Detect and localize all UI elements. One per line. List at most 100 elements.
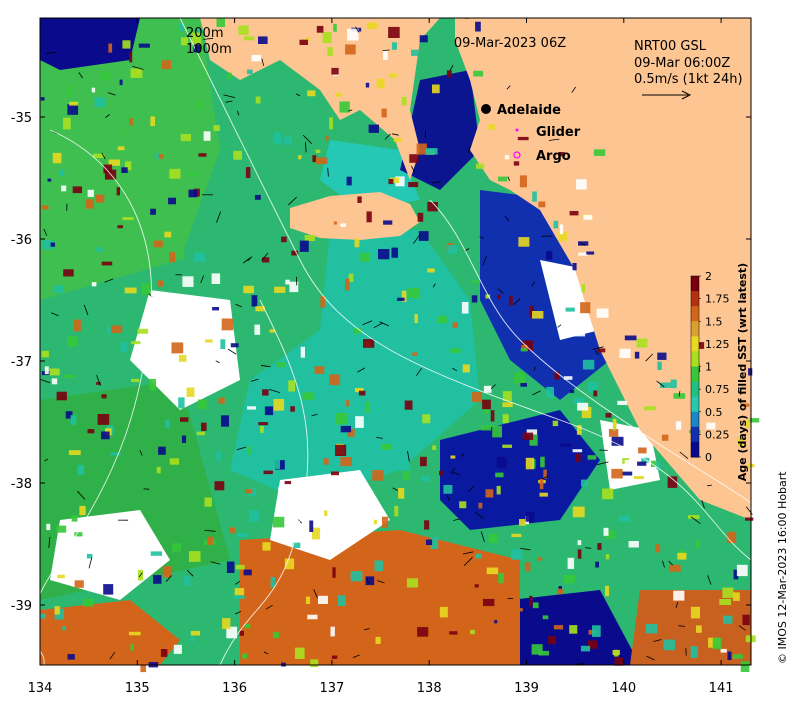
sst-pixel-patch — [284, 137, 292, 145]
sst-pixel-patch — [484, 386, 492, 393]
sst-pixel-patch — [502, 402, 512, 407]
sst-pixel-patch — [582, 284, 585, 292]
sst-pixel-patch — [394, 506, 398, 516]
sst-pixel-patch — [553, 421, 558, 426]
sst-pixel-patch — [118, 146, 125, 150]
x-tick-label: 134 — [28, 681, 53, 696]
sst-pixel-patch — [233, 151, 242, 160]
sst-pixel-patch — [137, 329, 148, 334]
sst-pixel-patch — [78, 465, 85, 475]
sst-pixel-patch — [56, 526, 66, 533]
sst-pixel-patch — [168, 198, 176, 205]
sst-pixel-patch — [345, 45, 356, 55]
sst-pixel-patch — [41, 97, 45, 101]
sst-pixel-patch — [634, 476, 644, 479]
sst-pixel-patch — [101, 432, 110, 440]
sst-pixel-patch — [532, 311, 543, 319]
sst-pixel-patch — [129, 118, 133, 125]
sst-pixel-patch — [347, 29, 358, 41]
sst-pixel-patch — [511, 549, 522, 560]
sst-pixel-patch — [569, 625, 577, 634]
sst-pixel-patch — [219, 398, 225, 404]
x-tick-label: 141 — [709, 681, 734, 696]
sst-pixel-patch — [196, 101, 202, 110]
sst-pixel-patch — [329, 374, 340, 385]
sst-pixel-patch — [169, 252, 175, 262]
sst-pixel-patch — [498, 177, 507, 182]
sst-pixel-patch — [178, 397, 184, 408]
sst-pixel-patch — [473, 71, 483, 77]
sst-pixel-patch — [212, 307, 219, 310]
sst-pixel-patch — [383, 51, 388, 60]
sst-pixel-patch — [597, 543, 601, 550]
sst-pixel-patch — [611, 469, 622, 479]
sst-pixel-patch — [540, 457, 545, 468]
sst-pixel-patch — [677, 553, 686, 560]
vector-scale-label: 0.5m/s (1kt 24h) — [634, 72, 743, 87]
sst-pixel-patch — [424, 520, 429, 529]
sst-pixel-patch — [347, 409, 352, 413]
sst-pixel-patch — [270, 329, 275, 333]
sst-pixel-patch — [181, 250, 184, 260]
sst-pixel-patch — [340, 259, 351, 268]
sst-pixel-patch — [332, 656, 337, 659]
sst-pixel-patch — [159, 154, 164, 159]
sst-pixel-patch — [215, 481, 225, 490]
sst-pixel-patch — [696, 540, 700, 548]
sst-pixel-patch — [187, 172, 197, 176]
sst-pixel-patch — [514, 372, 525, 383]
sst-pixel-patch — [131, 644, 134, 651]
sst-pixel-patch — [617, 401, 627, 405]
colorbar-steps — [691, 276, 699, 458]
sst-pixel-patch — [521, 348, 528, 351]
sst-pixel-patch — [390, 73, 397, 77]
sst-pixel-patch — [307, 90, 315, 96]
sst-pixel-patch — [691, 607, 700, 619]
sst-pixel-patch — [355, 416, 364, 428]
sst-pixel-patch — [546, 387, 554, 398]
sst-pixel-patch — [439, 471, 443, 475]
sst-pixel-patch — [129, 632, 141, 636]
colorbar-step — [691, 382, 699, 398]
sst-pixel-patch — [141, 565, 152, 569]
sst-pixel-patch — [560, 224, 563, 234]
sst-pixel-patch — [481, 425, 491, 430]
sst-pixel-patch — [274, 287, 285, 293]
sst-pixel-patch — [557, 589, 564, 594]
sst-pixel-patch — [518, 608, 523, 611]
sst-pixel-patch — [238, 26, 248, 35]
sst-pixel-patch — [158, 447, 166, 455]
sst-pixel-patch — [583, 360, 594, 370]
sst-pixel-patch — [48, 179, 52, 182]
sst-pixel-patch — [374, 520, 377, 525]
sst-pixel-patch — [745, 518, 753, 521]
sst-pixel-patch — [472, 392, 482, 402]
sst-pixel-patch — [163, 566, 172, 577]
sst-pixel-patch — [514, 161, 519, 165]
sst-pixel-patch — [478, 622, 489, 633]
sst-pixel-patch — [320, 533, 326, 545]
sst-pixel-patch — [605, 586, 609, 596]
sst-pixel-patch — [369, 125, 379, 133]
sst-pixel-patch — [59, 170, 64, 177]
isobath-1000-label: 1000m — [186, 42, 232, 57]
sst-pixel-patch — [102, 73, 111, 81]
sst-pixel-patch — [459, 501, 466, 508]
sst-pixel-patch — [578, 549, 582, 558]
sst-pixel-patch — [228, 73, 232, 80]
sst-pixel-patch — [644, 406, 656, 410]
colorbar-step — [691, 351, 699, 367]
sst-pixel-patch — [511, 534, 521, 537]
sst-pixel-patch — [494, 620, 497, 623]
sst-pixel-patch — [592, 625, 601, 637]
sst-pixel-patch — [73, 186, 82, 193]
sst-pixel-patch — [88, 190, 94, 197]
sst-pixel-patch — [96, 195, 105, 203]
x-tick-label: 136 — [222, 681, 247, 696]
sst-pixel-patch — [529, 596, 532, 607]
sst-pixel-patch — [335, 93, 342, 97]
sst-pixel-patch — [593, 391, 597, 397]
sst-pixel-patch — [382, 109, 387, 118]
sst-pixel-patch — [139, 44, 150, 48]
y-tick-label: -38 — [11, 477, 32, 492]
